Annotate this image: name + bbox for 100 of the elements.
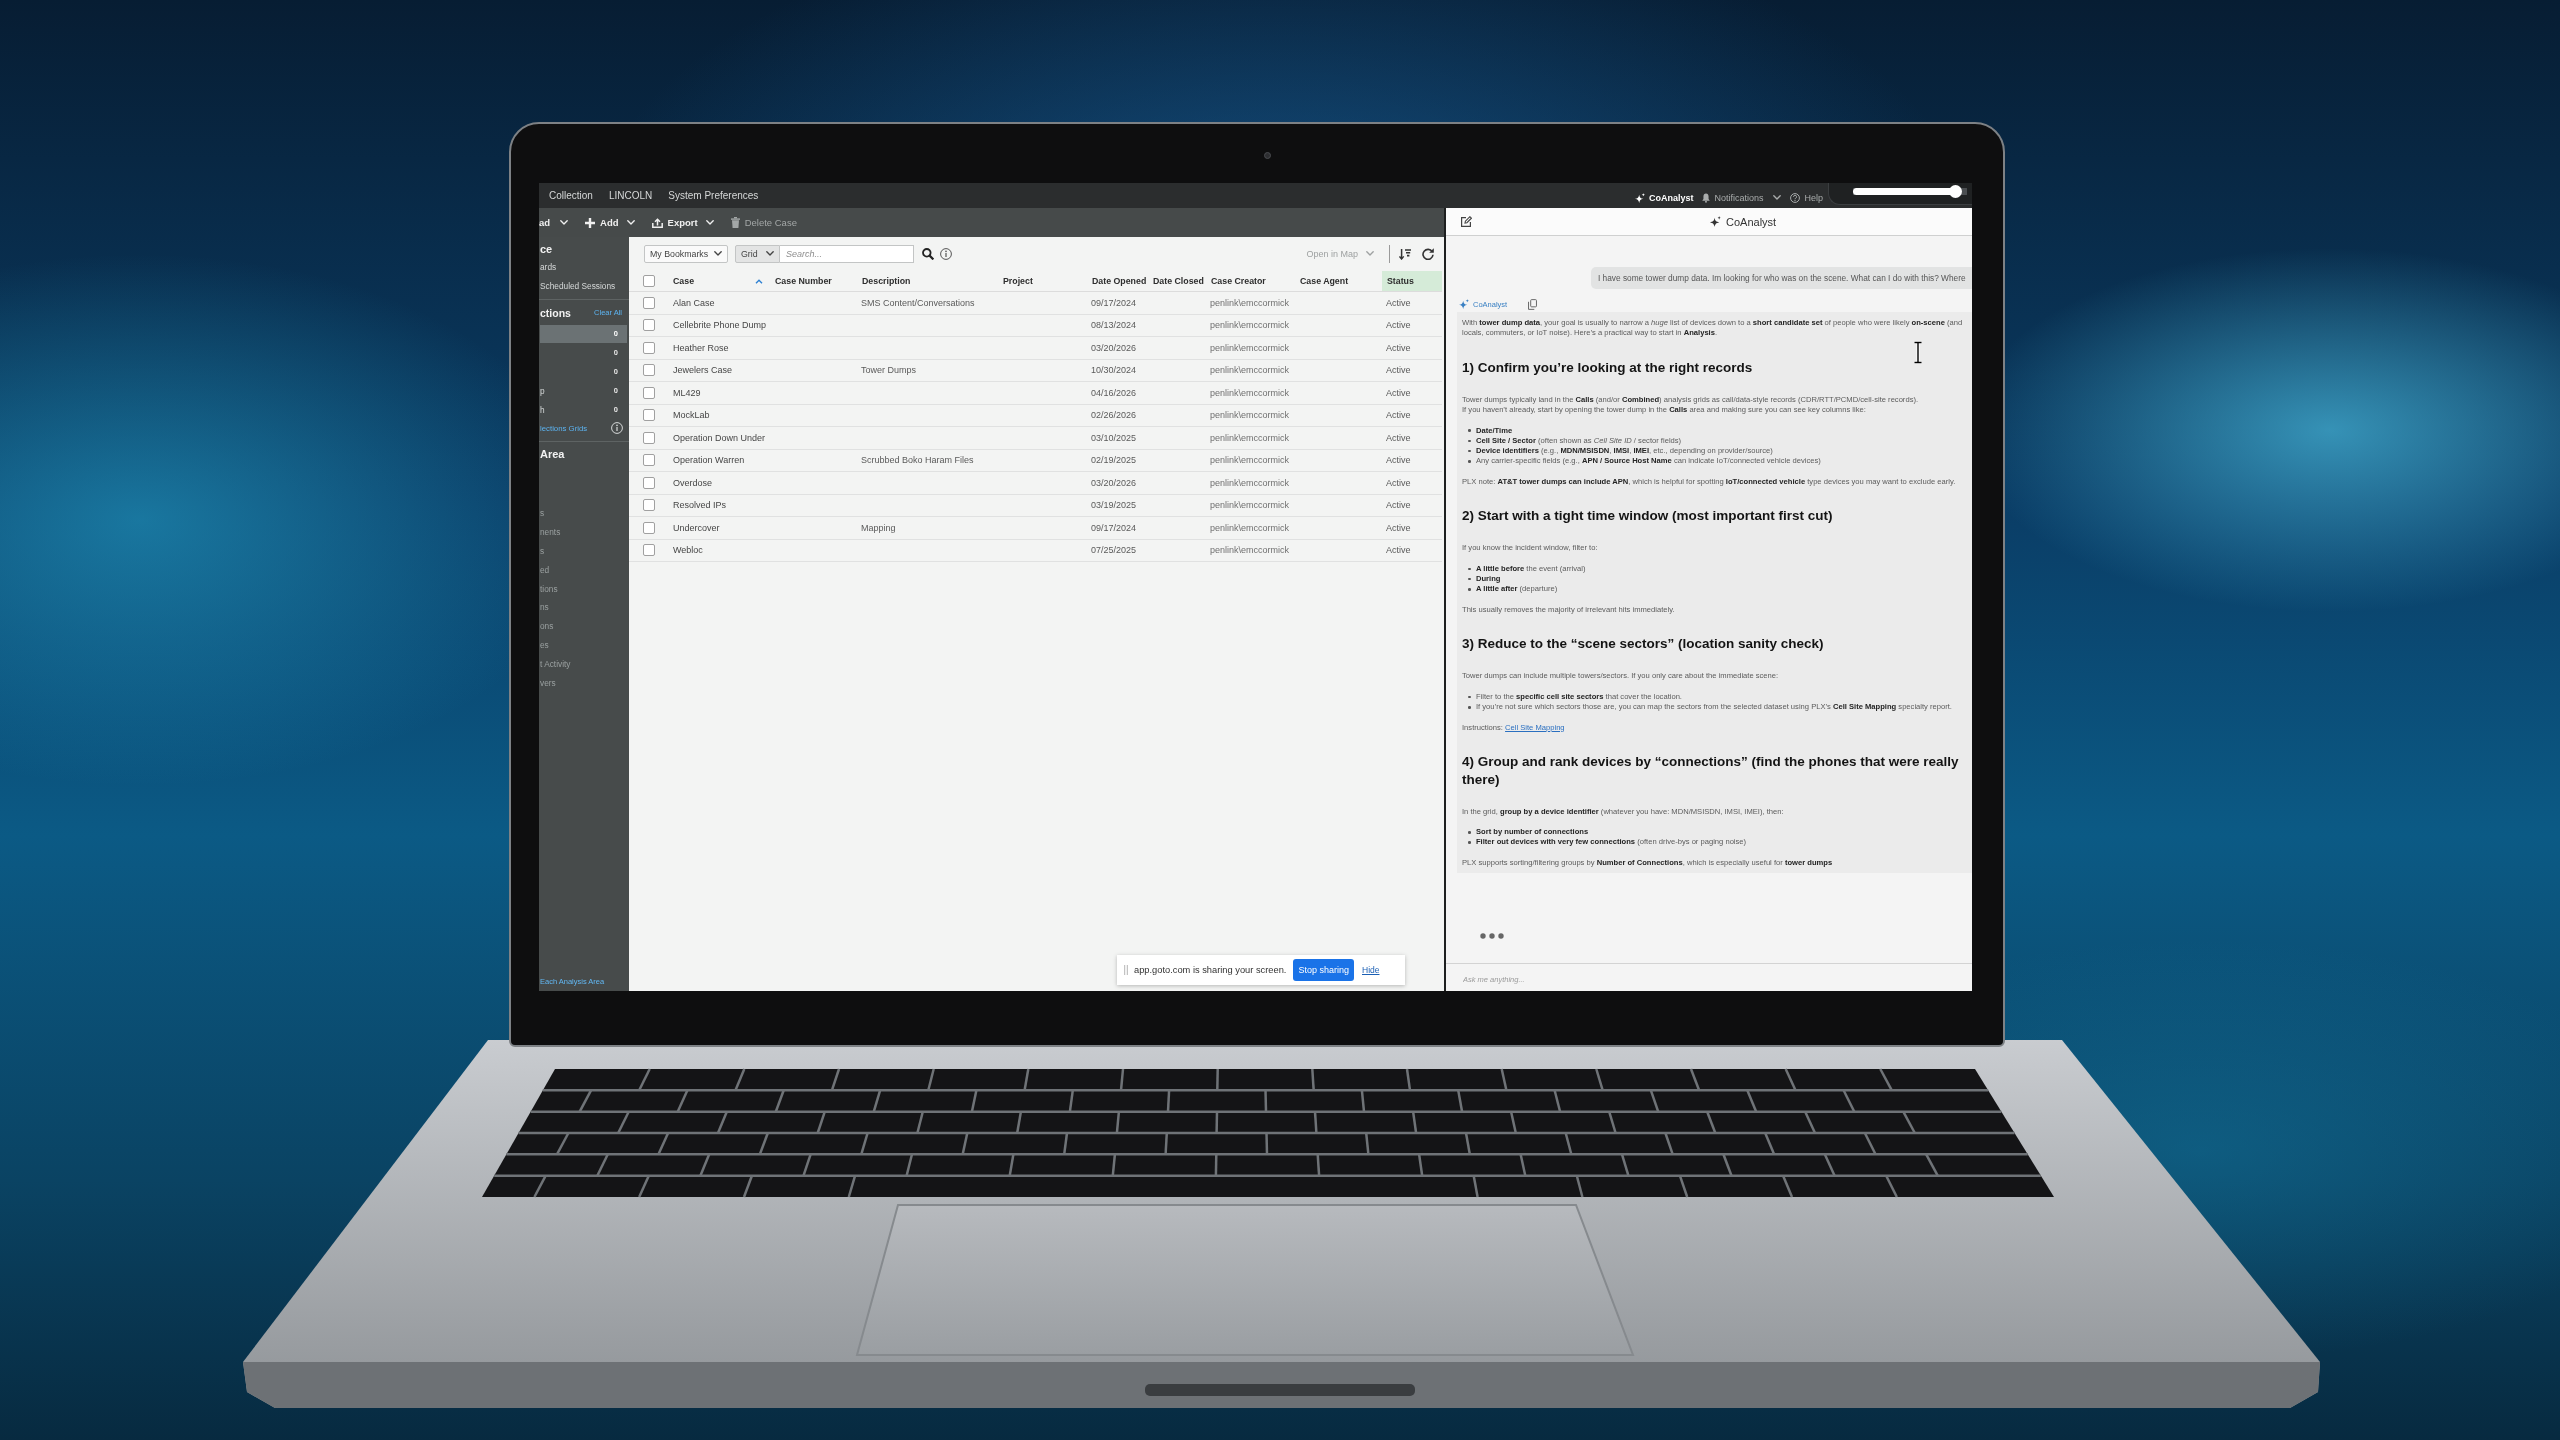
table-cell-text: penlink\emccormick xyxy=(1209,544,1291,558)
section-heading: 2) Start with a tight time window (most important first cut) xyxy=(1462,507,1833,525)
plus-icon xyxy=(585,217,596,228)
checkbox[interactable] xyxy=(643,544,655,557)
table-cell-text: penlink\emccormick xyxy=(1209,319,1291,333)
table-cell-text: 04/16/2026 xyxy=(1090,386,1138,400)
sidebar-link[interactable]: Scheduled Sessions xyxy=(540,277,616,296)
section-heading: 4) Group and rank devices by “connections” (find the phones that were really there) xyxy=(1462,753,1960,789)
section-title: ctions xyxy=(540,306,571,319)
table-cell-text: penlink\emccormick xyxy=(1209,296,1291,310)
pencil-square-icon[interactable] xyxy=(1460,216,1472,227)
copy-icon[interactable] xyxy=(1528,298,1538,310)
checkbox[interactable] xyxy=(643,296,655,309)
drag-handle-icon[interactable] xyxy=(1124,965,1128,975)
table-cell-text: 09/17/2024 xyxy=(1090,296,1138,310)
stop-sharing-button[interactable]: Stop sharing xyxy=(1293,959,1354,981)
slider-track[interactable] xyxy=(1853,185,1967,198)
checkbox[interactable] xyxy=(643,431,655,444)
table-cell-text: Active xyxy=(1385,499,1412,513)
table-cell-text: 08/13/2024 xyxy=(1090,319,1138,333)
menu-tab[interactable]: LINCOLN xyxy=(608,190,653,201)
table-cell-text: penlink\emccormick xyxy=(1209,454,1291,468)
table-cell-text: 03/20/2026 xyxy=(1090,476,1138,490)
table-cell-text: Active xyxy=(1385,521,1412,535)
column-header[interactable]: Project xyxy=(998,271,1087,291)
add-button[interactable]: Add xyxy=(585,217,635,228)
chevron-down-icon xyxy=(1366,251,1374,257)
section-heading: 3) Reduce to the “scene sectors” (location sanity check) xyxy=(1462,635,1824,653)
table-cell-text: 03/20/2026 xyxy=(1090,341,1138,355)
menu-tab[interactable]: System Preferences xyxy=(668,190,759,201)
checkbox[interactable] xyxy=(643,521,655,534)
column-header[interactable]: Case Creator xyxy=(1206,271,1295,291)
table-cell-text: Tower Dumps xyxy=(860,364,917,378)
bell-icon xyxy=(1702,192,1711,203)
table-cell-text: Scrubbed Boko Haram Files xyxy=(860,454,975,468)
table-cell-text: penlink\emccormick xyxy=(1209,364,1291,378)
table-cell-text: Operation Warren xyxy=(672,454,746,468)
table-cell-text: penlink\emccormick xyxy=(1209,499,1291,513)
table-cell-text: 10/30/2024 xyxy=(1090,364,1138,378)
checkbox[interactable] xyxy=(643,409,655,422)
camera-icon xyxy=(1263,152,1271,159)
table-cell-text: Undercover xyxy=(672,521,721,535)
table-cell-text: penlink\emccormick xyxy=(1209,386,1291,400)
column-header[interactable]: Status xyxy=(1382,271,1442,291)
notifications-button[interactable]: Notifications xyxy=(1702,192,1782,203)
table-cell-text: 03/19/2025 xyxy=(1090,499,1138,513)
bullet-icon xyxy=(1468,439,1471,443)
upload-tray-icon xyxy=(651,217,663,228)
hide-link[interactable]: Hide xyxy=(1362,965,1380,975)
search-icon[interactable] xyxy=(922,248,934,260)
bookmarks-dropdown[interactable]: My Bookmarks xyxy=(644,245,728,263)
table-cell-text: Active xyxy=(1385,296,1412,310)
sparkle-icon xyxy=(1710,216,1721,227)
bullet-icon xyxy=(1468,459,1471,463)
checkbox[interactable] xyxy=(643,499,655,512)
column-header[interactable]: Date Opened xyxy=(1087,271,1148,291)
checkbox[interactable] xyxy=(643,319,655,332)
bullet-icon xyxy=(1468,577,1471,581)
bullet-icon xyxy=(1468,841,1471,844)
column-header[interactable]: Case Number xyxy=(770,271,857,291)
table-cell-text: Active xyxy=(1385,476,1412,490)
section-title: ce xyxy=(540,242,553,257)
checkbox[interactable] xyxy=(643,386,655,399)
menu-tab[interactable]: Collection xyxy=(549,190,593,201)
table-cell-text: Jewelers Case xyxy=(672,364,734,378)
table-cell-text: Active xyxy=(1385,364,1412,378)
column-header[interactable]: Case xyxy=(668,271,770,291)
refresh-icon[interactable] xyxy=(1422,248,1434,260)
trackpad[interactable] xyxy=(855,1204,1635,1356)
export-button[interactable]: Export xyxy=(651,217,714,228)
table-cell-text: Active xyxy=(1385,341,1412,355)
sidebar-link[interactable]: ards xyxy=(540,258,557,277)
column-header[interactable]: Case Agent xyxy=(1295,271,1382,291)
table-cell-text: Overdose xyxy=(672,476,714,490)
chevron-down-icon xyxy=(766,251,774,257)
sort-icon[interactable] xyxy=(1399,248,1411,260)
table-cell-text: Mapping xyxy=(860,521,897,535)
table-cell-text: SMS Content/Conversations xyxy=(860,296,976,310)
checkbox[interactable] xyxy=(643,454,655,467)
assistant-button[interactable]: CoAnalyst xyxy=(1634,192,1694,203)
checkbox[interactable] xyxy=(643,364,655,377)
table-cell-text: penlink\emccormick xyxy=(1209,341,1291,355)
bullet-icon xyxy=(1468,831,1471,834)
search-field[interactable]: Search... xyxy=(780,245,914,263)
table-cell-text: Active xyxy=(1385,431,1412,445)
checkbox[interactable] xyxy=(643,275,655,287)
share-message: app.goto.com is sharing your screen. xyxy=(1134,965,1287,975)
view-dropdown[interactable]: Grid xyxy=(735,245,780,263)
user-message: I have some tower dump data. Im looking for who was on the scene. What can I do with this? Where xyxy=(1591,267,1972,289)
checkbox[interactable] xyxy=(643,476,655,489)
column-header[interactable]: Description xyxy=(857,271,998,291)
column-header[interactable]: Date Closed xyxy=(1148,271,1206,291)
info-icon[interactable] xyxy=(940,248,952,260)
checkbox[interactable] xyxy=(643,341,655,354)
menu-button[interactable]: ad xyxy=(539,217,569,228)
slider-thumb[interactable] xyxy=(1948,185,1962,198)
sparkle-icon xyxy=(1459,299,1469,309)
table-cell-text: penlink\emccormick xyxy=(1209,409,1291,423)
help-button[interactable]: Help xyxy=(1790,192,1823,203)
table-cell-text: 02/19/2025 xyxy=(1090,454,1138,468)
